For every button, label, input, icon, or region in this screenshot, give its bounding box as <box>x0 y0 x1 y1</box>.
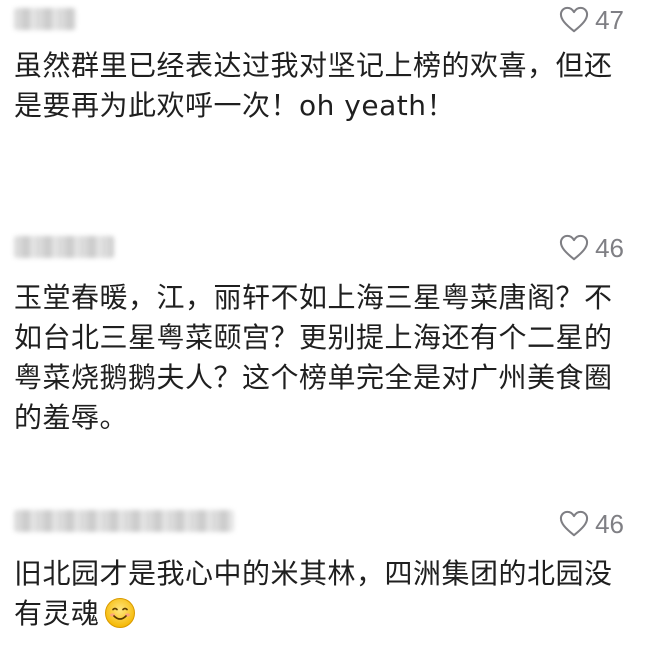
comment-text: 虽然群里已经表达过我对坚记上榜的欢喜，但还是要再为此欢呼一次！oh yeath！ <box>14 49 613 122</box>
smiling-face-icon <box>104 598 135 628</box>
comment-item: 47 虽然群里已经表达过我对坚记上榜的欢喜，但还是要再为此欢呼一次！oh yea… <box>0 0 646 122</box>
username-blurred <box>14 236 114 258</box>
like-count: 46 <box>595 509 624 539</box>
like-count: 47 <box>595 5 624 35</box>
heart-icon <box>559 234 589 261</box>
comment-header: 46 <box>0 228 646 268</box>
comment-text: 玉堂春暖，江，丽轩不如上海三星粤菜唐阁？不如台北三星粤菜颐宫？更别提上海还有个二… <box>14 281 613 434</box>
like-button[interactable]: 46 <box>559 234 624 262</box>
comment-item: 46 旧北园才是我心中的米其林，四洲集团的北园没有灵魂 <box>0 504 646 630</box>
heart-icon <box>559 510 589 537</box>
like-count: 46 <box>595 233 624 263</box>
username-blurred <box>14 8 76 30</box>
comment-header: 47 <box>0 0 646 40</box>
username-blurred <box>14 510 234 532</box>
comment-item: 46 玉堂春暖，江，丽轩不如上海三星粤菜唐阁？不如台北三星粤菜颐宫？更别提上海还… <box>0 228 646 434</box>
comment-header: 46 <box>0 504 646 544</box>
comment-text: 旧北园才是我心中的米其林，四洲集团的北园没有灵魂 <box>14 554 622 634</box>
like-button[interactable]: 47 <box>559 6 624 34</box>
heart-icon <box>559 6 589 33</box>
like-button[interactable]: 46 <box>559 510 624 538</box>
